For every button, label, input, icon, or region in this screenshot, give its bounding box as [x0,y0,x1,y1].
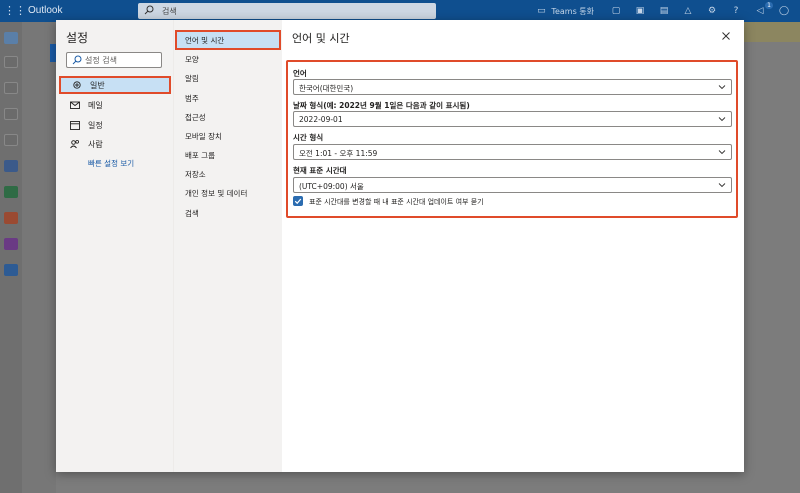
mail-icon [70,100,80,110]
category-label: 메일 [88,100,103,110]
notification-badge: 1 [765,2,773,9]
language-time-section: 언어 한국어(대한민국) 날짜 형식(예: 2022년 9월 1일은 다음과 같… [286,60,738,218]
avatar[interactable]: ◯ [772,4,796,18]
video-call-icon[interactable]: ▭ [529,4,553,18]
chevron-down-icon [718,117,726,122]
folder-pane-background [22,22,56,493]
language-value: 한국어(대한민국) [299,84,354,93]
app-top-bar: ⋮⋮ Outlook 검색 ▭ Teams 통화 ▢ ▣ ▤ △ ⚙ ? ◁ 1 … [0,0,800,22]
whiteboard-icon[interactable]: ▢ [604,4,628,18]
subcategory-notifications[interactable]: 알림 [175,69,281,87]
top-right-toolbar: ▭ Teams 통화 ▢ ▣ ▤ △ ⚙ ? ◁ 1 ◯ [529,2,796,18]
pane-title: 언어 및 시간 [292,32,350,45]
subcategory-distribution-groups[interactable]: 배포 그룹 [175,146,281,164]
category-calendar[interactable]: 일정 [59,116,171,134]
app-launcher-icon[interactable]: ⋮⋮ [4,5,26,17]
date-format-label: 날짜 형식(예: 2022년 9월 1일은 다음과 같이 표시됨) [293,101,470,110]
settings-search-box[interactable] [66,52,162,68]
category-label: 사람 [88,139,103,149]
search-icon [144,5,154,15]
subcategory-storage[interactable]: 저장소 [175,165,281,183]
subcategory-accessibility[interactable]: 접근성 [175,108,281,126]
gear-icon[interactable]: ⚙ [700,4,724,18]
time-format-value: 오전 1:01 - 오후 11:59 [299,149,378,158]
date-format-dropdown[interactable]: 2022-09-01 [293,111,732,127]
word-app-icon[interactable] [4,160,18,172]
app-title: Outlook [28,5,63,16]
teams-call-label[interactable]: Teams 통화 [551,6,594,17]
language-label: 언어 [293,69,307,78]
banner-background [744,22,800,42]
settings-dialog: 설정 일반 메일 일정 사람 빠른 설정 보기 언어 및 시간 모양 알림 범주… [56,20,744,472]
time-zone-value: (UTC+09:00) 서울 [299,182,364,191]
left-app-rail [0,22,22,493]
subcategory-appearance[interactable]: 모양 [175,50,281,68]
subcategory-language-time[interactable]: 언어 및 시간 [175,30,281,50]
onedrive-app-icon[interactable] [4,264,18,276]
settings-detail-pane: 언어 및 시간 언어 한국어(대한민국) 날짜 형식(예: 2022년 9월 1… [282,20,744,472]
checkmark-icon [294,198,302,205]
settings-subcategories-pane: 언어 및 시간 모양 알림 범주 접근성 모바일 장치 배포 그룹 저장소 개인… [173,20,282,472]
office-icon[interactable]: ▣ [628,4,652,18]
people-icon [70,139,80,149]
subcategory-privacy-data[interactable]: 개인 정보 및 데이터 [175,184,281,202]
category-label: 일정 [88,120,103,130]
close-icon[interactable] [720,30,732,42]
onenote-app-icon[interactable] [4,238,18,250]
time-zone-prompt-checkbox[interactable] [293,196,303,206]
settings-search-input[interactable] [85,54,159,66]
bell-icon[interactable]: △ [676,4,700,18]
powerpoint-app-icon[interactable] [4,212,18,224]
todo-app-icon[interactable] [4,134,18,146]
help-icon[interactable]: ? [724,4,748,18]
settings-title: 설정 [66,31,89,45]
settings-categories-pane: 설정 일반 메일 일정 사람 빠른 설정 보기 [56,20,173,472]
people-app-icon[interactable] [4,82,18,94]
megaphone-icon[interactable]: ◁ 1 [748,2,773,18]
time-format-dropdown[interactable]: 오전 1:01 - 오후 11:59 [293,144,732,160]
excel-app-icon[interactable] [4,186,18,198]
search-icon [72,55,82,65]
category-general[interactable]: 일반 [59,76,171,94]
subcategory-categories[interactable]: 범주 [175,89,281,107]
calendar-app-icon[interactable] [4,56,18,68]
my-day-icon[interactable]: ▤ [652,4,676,18]
language-dropdown[interactable]: 한국어(대한민국) [293,79,732,95]
quick-settings-link[interactable]: 빠른 설정 보기 [88,158,134,169]
chevron-down-icon [718,150,726,155]
chevron-down-icon [718,183,726,188]
time-zone-label: 현재 표준 시간대 [293,166,347,175]
subcategory-mobile-devices[interactable]: 모바일 장치 [175,127,281,145]
global-search-placeholder: 검색 [162,7,177,16]
time-zone-prompt-label: 표준 시간대를 변경할 때 내 표준 시간대 업데이트 여부 묻기 [309,198,484,206]
calendar-icon [70,120,80,130]
category-people[interactable]: 사람 [59,135,171,153]
time-zone-dropdown[interactable]: (UTC+09:00) 서울 [293,177,732,193]
mail-app-icon[interactable] [4,32,18,44]
global-search-box[interactable]: 검색 [138,3,436,19]
subcategory-search[interactable]: 검색 [175,204,281,222]
date-format-value: 2022-09-01 [299,115,343,124]
attach-app-icon[interactable] [4,108,18,120]
category-label: 일반 [90,80,105,90]
gear-icon [72,80,82,90]
time-format-label: 시간 형식 [293,133,324,142]
category-mail[interactable]: 메일 [59,96,171,114]
chevron-down-icon [718,85,726,90]
